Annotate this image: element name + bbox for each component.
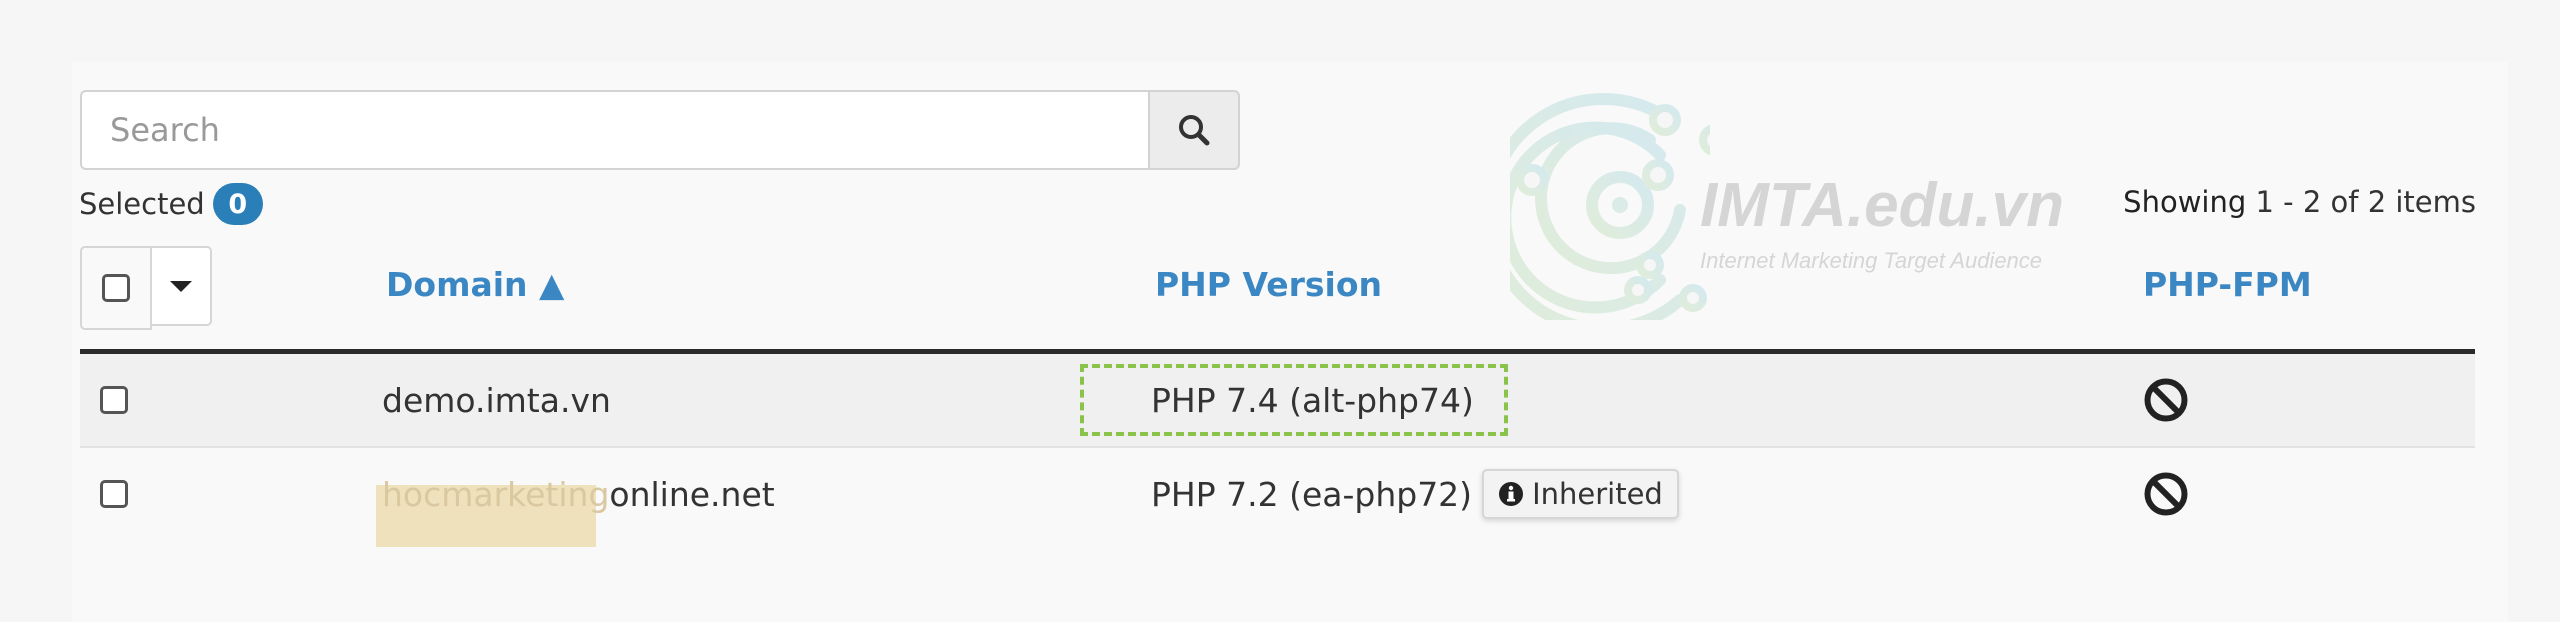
- php-version-value[interactable]: PHP 7.2 (ea-php72): [1151, 475, 1472, 514]
- ban-icon: [2144, 472, 2188, 516]
- column-header-php-version-label: PHP Version: [1155, 265, 1382, 304]
- domain-name: demo.imta.vn: [382, 380, 611, 420]
- php-fpm-cell: [2143, 448, 2189, 540]
- selected-label: Selected: [79, 187, 205, 221]
- php-version-cell[interactable]: PHP 7.4 (alt-php74): [1151, 354, 1474, 446]
- info-icon: [1499, 482, 1524, 506]
- sort-ascending-icon: ▲: [539, 265, 565, 304]
- search-input[interactable]: [80, 90, 1149, 170]
- search-group: [80, 90, 1240, 170]
- showing-range: 1 - 2 of 2 items: [2255, 185, 2477, 219]
- column-header-domain[interactable]: Domain ▲: [386, 265, 564, 304]
- domain-cell: hocmarketing online.net: [376, 448, 775, 547]
- row-checkbox[interactable]: [100, 480, 128, 508]
- search-button[interactable]: [1148, 90, 1240, 170]
- select-all-checkbox[interactable]: [102, 274, 130, 302]
- row-checkbox-cell: [100, 354, 128, 446]
- selected-badge: 0: [212, 183, 263, 225]
- selected-count: Selected 0: [79, 183, 263, 225]
- showing-label: Showing: [2123, 185, 2247, 219]
- column-header-domain-label: Domain: [386, 265, 528, 304]
- bulk-select-dropdown[interactable]: [152, 246, 212, 326]
- column-header-php-fpm[interactable]: PHP-FPM: [2143, 265, 2312, 304]
- table-row: demo.imta.vn PHP 7.4 (alt-php74): [80, 354, 2475, 448]
- inherited-badge: Inherited: [1482, 469, 1679, 519]
- php-version-cell[interactable]: PHP 7.2 (ea-php72) Inherited: [1151, 448, 1679, 540]
- php-version-value[interactable]: PHP 7.4 (alt-php74): [1151, 381, 1474, 420]
- table-row: hocmarketing online.net PHP 7.2 (ea-php7…: [80, 448, 2475, 547]
- caret-down-icon: [170, 280, 192, 292]
- row-checkbox[interactable]: [100, 386, 128, 414]
- domain-visible-part: online.net: [609, 474, 775, 514]
- inherited-label: Inherited: [1532, 477, 1663, 511]
- search-icon: [1179, 115, 1210, 146]
- pagination-info: Showing 1 - 2 of 2 items: [2123, 185, 2476, 219]
- column-header-php-fpm-label: PHP-FPM: [2143, 265, 2312, 304]
- row-checkbox-cell: [100, 448, 128, 540]
- php-fpm-cell: [2143, 354, 2189, 446]
- bulk-select: [80, 246, 212, 330]
- column-header-php-version[interactable]: PHP Version: [1155, 265, 1382, 304]
- ban-icon: [2144, 378, 2188, 422]
- domain-redacted-part: hocmarketing: [376, 475, 609, 547]
- domain-cell: demo.imta.vn: [382, 354, 611, 446]
- select-all-checkbox-wrapper[interactable]: [80, 246, 152, 330]
